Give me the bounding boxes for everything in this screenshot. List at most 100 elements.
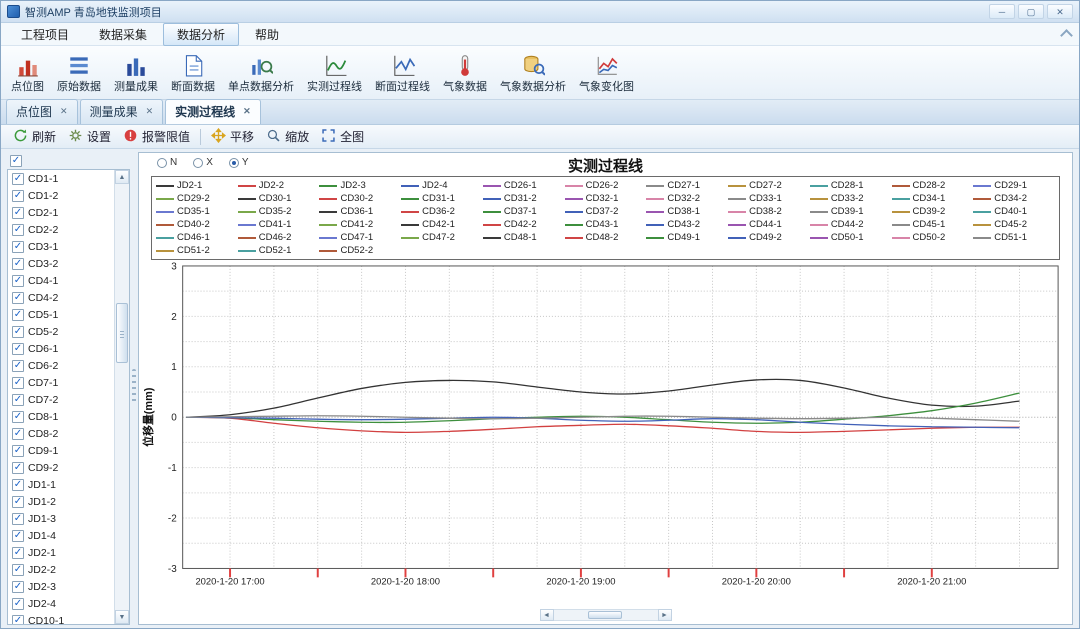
hscrollbar-thumb[interactable] <box>588 611 622 619</box>
sidebar-item[interactable]: ✓CD1-2 <box>8 187 114 204</box>
tab-close-icon[interactable]: ✕ <box>146 107 154 116</box>
subtool-settings[interactable]: 设置 <box>62 126 117 148</box>
sidebar-item[interactable]: ✓CD9-2 <box>8 459 114 476</box>
radio-N[interactable]: N <box>157 157 177 168</box>
sidebar-item[interactable]: ✓CD5-2 <box>8 323 114 340</box>
radio-icon[interactable] <box>229 158 239 168</box>
checkbox-icon[interactable]: ✓ <box>12 224 24 236</box>
maximize-button[interactable]: ▢ <box>1018 4 1044 19</box>
sidebar-item[interactable]: ✓JD1-4 <box>8 527 114 544</box>
checkbox-icon[interactable]: ✓ <box>12 581 24 593</box>
checkbox-icon[interactable]: ✓ <box>12 530 24 542</box>
sidebar-item[interactable]: ✓CD10-1 <box>8 612 114 624</box>
checkbox-icon[interactable]: ✓ <box>12 547 24 559</box>
tab-inactive[interactable]: 测量成果✕ <box>80 99 164 124</box>
subtool-full-view[interactable]: 全图 <box>315 126 370 148</box>
sidebar-item[interactable]: ✓CD1-1 <box>8 170 114 187</box>
sidebar-scrollbar[interactable]: ▲ ▼ <box>114 170 129 624</box>
checkbox-icon[interactable]: ✓ <box>12 564 24 576</box>
sidebar-item[interactable]: ✓CD6-2 <box>8 357 114 374</box>
sidebar-item[interactable]: ✓JD2-4 <box>8 595 114 612</box>
checkbox-icon[interactable]: ✓ <box>12 445 24 457</box>
sidebar-item[interactable]: ✓CD6-1 <box>8 340 114 357</box>
checkbox-icon[interactable]: ✓ <box>12 326 24 338</box>
tab-inactive[interactable]: 点位图✕ <box>6 99 78 124</box>
checkbox-icon[interactable]: ✓ <box>12 241 24 253</box>
scrollbar-thumb[interactable] <box>116 303 128 363</box>
sidebar-item[interactable]: ✓JD2-3 <box>8 578 114 595</box>
collapse-ribbon-icon[interactable] <box>1059 29 1073 39</box>
radio-icon[interactable] <box>157 158 167 168</box>
checkbox-icon[interactable]: ✓ <box>12 343 24 355</box>
checkbox-icon[interactable]: ✓ <box>12 479 24 491</box>
sidebar-item[interactable]: ✓CD3-2 <box>8 255 114 272</box>
sidebar-item[interactable]: ✓JD1-3 <box>8 510 114 527</box>
sidebar-item[interactable]: ✓CD5-1 <box>8 306 114 323</box>
sidebar-item[interactable]: ✓JD1-2 <box>8 493 114 510</box>
toolbar-point-map[interactable]: 点位图 <box>5 50 50 96</box>
checkbox-icon[interactable]: ✓ <box>12 275 24 287</box>
scroll-right-icon[interactable]: ► <box>658 609 672 621</box>
sidebar-item[interactable]: ✓JD2-1 <box>8 544 114 561</box>
splitter-handle[interactable] <box>130 149 138 628</box>
scroll-up-icon[interactable]: ▲ <box>115 170 129 184</box>
checkbox-icon[interactable]: ✓ <box>12 462 24 474</box>
toolbar-raw-data[interactable]: 原始数据 <box>51 50 107 96</box>
toolbar-single-point-analysis[interactable]: 单点数据分析 <box>222 50 300 96</box>
checkbox-icon[interactable]: ✓ <box>12 360 24 372</box>
checkbox-icon[interactable]: ✓ <box>12 258 24 270</box>
checkbox-icon[interactable]: ✓ <box>12 513 24 525</box>
menu-item[interactable]: 数据分析 <box>163 23 239 46</box>
checkbox-icon[interactable]: ✓ <box>12 615 24 625</box>
sidebar-item[interactable]: ✓CD2-1 <box>8 204 114 221</box>
checkbox-icon[interactable]: ✓ <box>12 496 24 508</box>
sidebar-item[interactable]: ✓JD1-1 <box>8 476 114 493</box>
sidebar-item[interactable]: ✓CD8-1 <box>8 408 114 425</box>
toolbar-weather-analysis[interactable]: 气象数据分析 <box>494 50 572 96</box>
chart-hscrollbar[interactable]: ◄ ► <box>139 608 1072 622</box>
scrollbar-track[interactable] <box>115 184 129 610</box>
checkbox-icon[interactable]: ✓ <box>12 411 24 423</box>
sidebar-item[interactable]: ✓CD4-2 <box>8 289 114 306</box>
checkbox-icon[interactable]: ✓ <box>12 309 24 321</box>
hscrollbar-track[interactable] <box>554 609 658 621</box>
checkbox-icon[interactable]: ✓ <box>12 207 24 219</box>
subtool-alarm-limit[interactable]: 报警限值 <box>117 126 196 148</box>
scroll-down-icon[interactable]: ▼ <box>115 610 129 624</box>
sidebar-item[interactable]: ✓CD9-1 <box>8 442 114 459</box>
toolbar-weather-data[interactable]: 气象数据 <box>437 50 493 96</box>
menu-item[interactable]: 帮助 <box>241 23 293 46</box>
sidebar-item[interactable]: ✓CD7-1 <box>8 374 114 391</box>
sidebar-item[interactable]: ✓CD7-2 <box>8 391 114 408</box>
toolbar-section-data[interactable]: 断面数据 <box>165 50 221 96</box>
tab-close-icon[interactable]: ✕ <box>243 107 251 116</box>
radio-Y[interactable]: Y <box>229 157 249 168</box>
tab-active[interactable]: 实测过程线✕ <box>165 99 261 124</box>
sidebar-item[interactable]: ✓CD8-2 <box>8 425 114 442</box>
checkbox-icon[interactable]: ✓ <box>12 190 24 202</box>
select-all-checkbox[interactable]: ✓ <box>10 155 22 167</box>
tab-close-icon[interactable]: ✕ <box>60 107 68 116</box>
subtool-refresh[interactable]: 刷新 <box>7 126 62 148</box>
checkbox-icon[interactable]: ✓ <box>12 377 24 389</box>
sidebar-item[interactable]: ✓CD2-2 <box>8 221 114 238</box>
checkbox-icon[interactable]: ✓ <box>12 292 24 304</box>
chart-plot[interactable]: -3-2-101232020-1-20 17:002020-1-20 18:00… <box>139 262 1072 608</box>
menu-item[interactable]: 工程项目 <box>7 23 83 46</box>
sidebar-item[interactable]: ✓CD3-1 <box>8 238 114 255</box>
sidebar-item[interactable]: ✓JD2-2 <box>8 561 114 578</box>
subtool-zoom[interactable]: 缩放 <box>260 126 315 148</box>
subtool-pan[interactable]: 平移 <box>205 126 260 148</box>
checkbox-icon[interactable]: ✓ <box>12 428 24 440</box>
toolbar-survey-result[interactable]: 测量成果 <box>108 50 164 96</box>
close-button[interactable]: ✕ <box>1047 4 1073 19</box>
checkbox-icon[interactable]: ✓ <box>12 598 24 610</box>
scroll-left-icon[interactable]: ◄ <box>540 609 554 621</box>
checkbox-icon[interactable]: ✓ <box>12 173 24 185</box>
toolbar-section-process-line[interactable]: 断面过程线 <box>369 50 436 96</box>
radio-icon[interactable] <box>193 158 203 168</box>
minimize-button[interactable]: ─ <box>989 4 1015 19</box>
toolbar-measured-process-line[interactable]: 实测过程线 <box>301 50 368 96</box>
menu-item[interactable]: 数据采集 <box>85 23 161 46</box>
toolbar-weather-change-chart[interactable]: 气象变化图 <box>573 50 640 96</box>
